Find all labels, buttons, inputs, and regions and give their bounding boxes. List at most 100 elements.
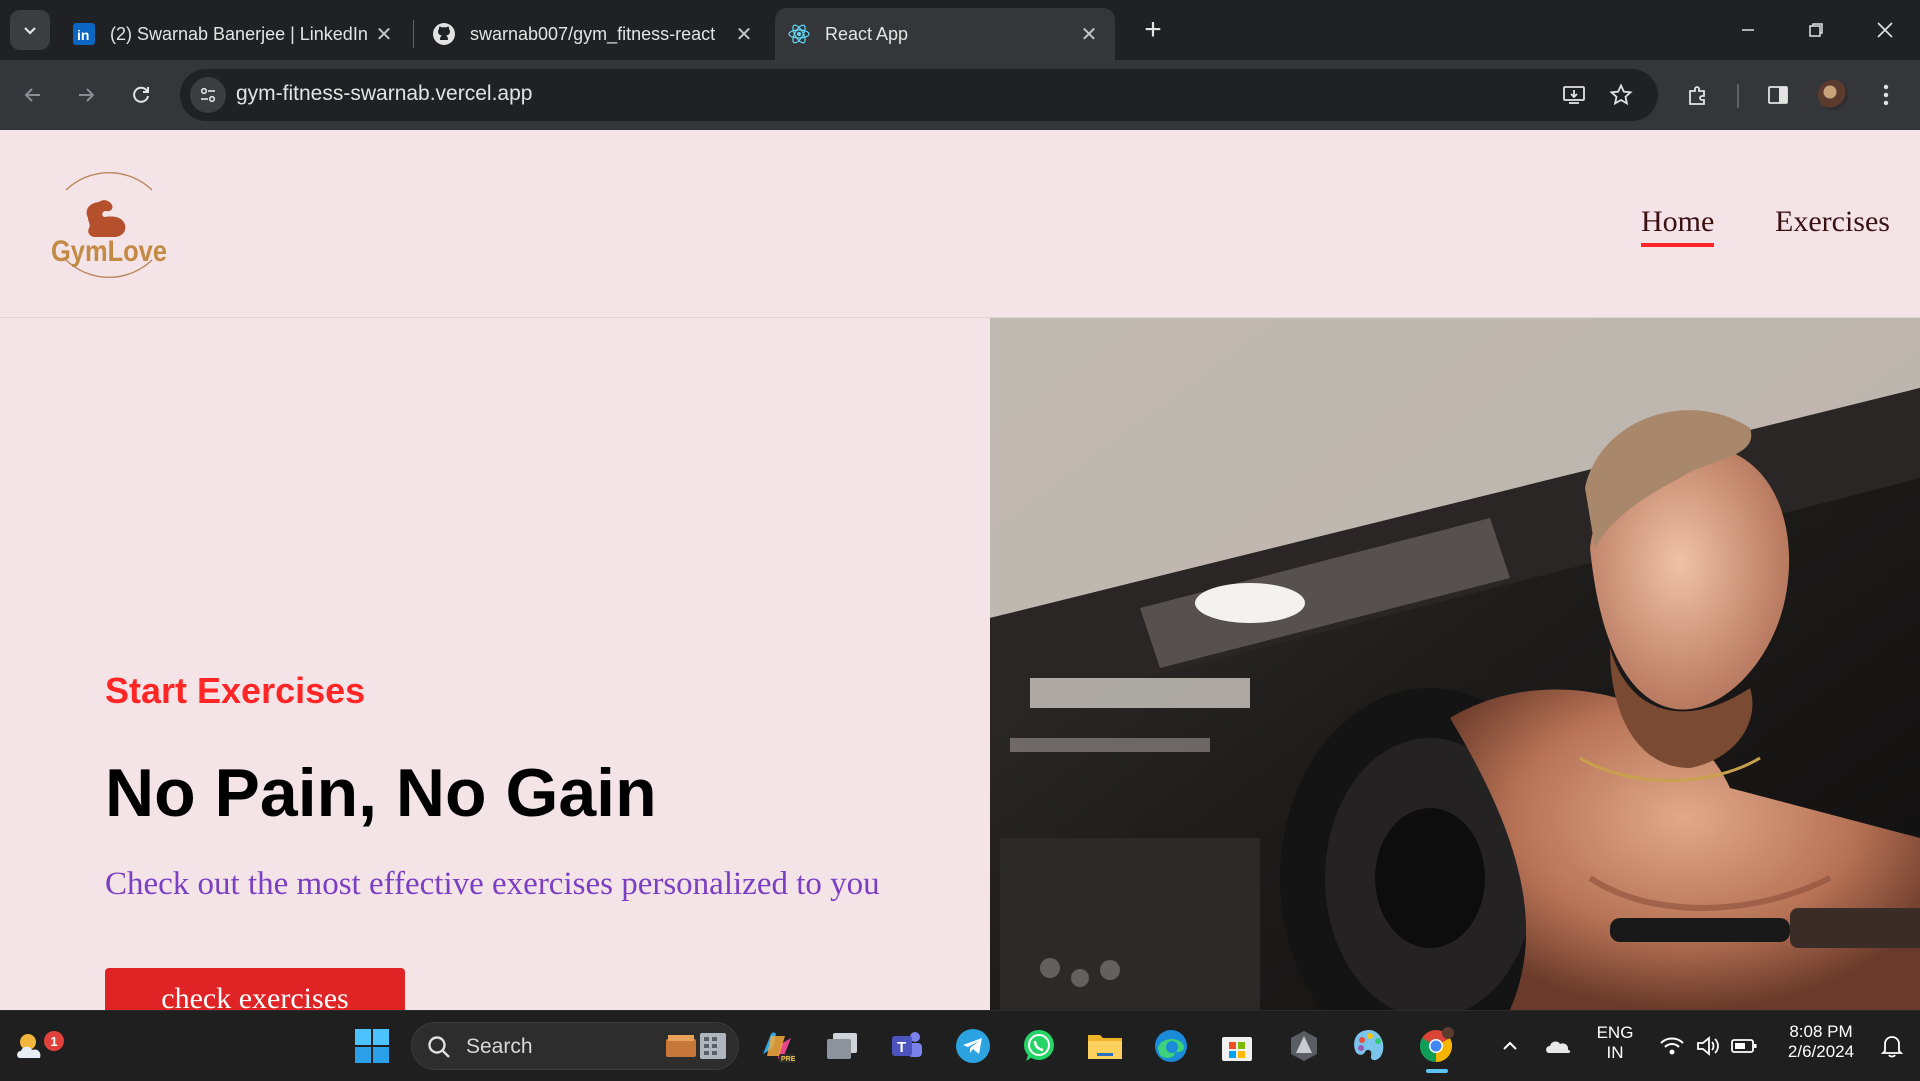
restore-button[interactable] <box>1786 8 1846 52</box>
restore-icon <box>1809 23 1823 37</box>
bookmark-button[interactable] <box>1605 79 1637 111</box>
battery-icon <box>1731 1039 1757 1053</box>
nav-link-exercises[interactable]: Exercises <box>1775 205 1890 239</box>
new-tab-button[interactable]: + <box>1135 12 1171 48</box>
tab-react-app[interactable]: React App ✕ <box>775 8 1115 60</box>
extensions-button[interactable] <box>1680 77 1716 113</box>
taskbar-app-chrome[interactable] <box>1414 1024 1458 1068</box>
minimize-button[interactable] <box>1718 8 1778 52</box>
hero-title: No Pain, No Gain <box>105 755 657 831</box>
task-view-icon <box>827 1033 857 1059</box>
store-icon <box>1222 1037 1252 1061</box>
close-icon[interactable]: ✕ <box>1077 22 1101 46</box>
site-info-button[interactable] <box>190 77 226 113</box>
weather-widget[interactable]: 1 <box>10 1024 64 1068</box>
flexed-arm-icon <box>86 200 126 237</box>
forward-button[interactable] <box>68 77 104 113</box>
taskbar-app-file-explorer[interactable] <box>1083 1024 1127 1068</box>
close-icon[interactable]: ✕ <box>732 22 756 46</box>
active-app-indicator <box>1426 1069 1448 1073</box>
svg-text:T: T <box>897 1039 906 1056</box>
star-icon <box>1609 83 1633 106</box>
url-text[interactable]: gym-fitness-swarnab.vercel.app <box>236 82 532 106</box>
start-button[interactable] <box>350 1024 394 1068</box>
more-vert-icon <box>1883 84 1889 106</box>
taskbar-app-edge[interactable] <box>1149 1024 1193 1068</box>
taskbar-app-paint[interactable] <box>1347 1024 1391 1068</box>
edge-icon <box>1155 1030 1187 1062</box>
folder-icon <box>1088 1035 1122 1059</box>
taskbar-app-task-view[interactable] <box>820 1024 864 1068</box>
minimize-icon <box>1742 29 1754 31</box>
search-highlight-icon <box>666 1033 726 1059</box>
telegram-icon <box>956 1029 990 1063</box>
browser-toolbar: gym-fitness-swarnab.vercel.app <box>0 60 1920 130</box>
web-page: GymLove Home Exercises Start Exercises N… <box>0 130 1920 1010</box>
wifi-icon <box>1660 1037 1684 1055</box>
chevron-up-icon <box>1503 1041 1517 1050</box>
arrow-left-icon <box>24 88 40 102</box>
tab-separator <box>413 20 414 48</box>
tab-title: React App <box>825 23 909 44</box>
side-panel-button[interactable] <box>1760 77 1796 113</box>
back-button[interactable] <box>15 77 51 113</box>
tab-title: swarnab007/gym_fitness-react: <box>470 23 715 44</box>
language-indicator[interactable]: ENG IN <box>1590 1023 1640 1063</box>
reload-icon <box>133 86 149 103</box>
taskbar-app-whatsapp[interactable] <box>1017 1024 1061 1068</box>
hexagon-app-icon <box>1291 1031 1317 1061</box>
teams-icon: T <box>892 1032 922 1057</box>
chevron-down-icon <box>24 27 36 35</box>
language-code: ENG <box>1596 1023 1634 1042</box>
windows-icon <box>355 1029 389 1063</box>
avatar[interactable] <box>1818 80 1848 110</box>
tune-icon <box>200 87 216 103</box>
check-exercises-button[interactable]: check exercises <box>105 968 405 1010</box>
show-hidden-icons-button[interactable] <box>1488 1024 1532 1068</box>
tab-title: (2) Swarnab Banerjee | LinkedIn <box>110 23 368 44</box>
whatsapp-icon <box>1024 1030 1054 1061</box>
battery-status[interactable] <box>1722 1024 1766 1068</box>
logo[interactable]: GymLove <box>44 160 174 290</box>
nav-link-home[interactable]: Home <box>1641 205 1715 247</box>
onedrive-tray[interactable] <box>1536 1024 1580 1068</box>
tab-linkedin[interactable]: in (2) Swarnab Banerjee | LinkedIn ✕ <box>60 8 410 60</box>
chrome-icon <box>1419 1027 1454 1063</box>
tab-search-button[interactable] <box>10 10 50 50</box>
toolbar-divider <box>1737 84 1739 108</box>
taskbar-app-unknown[interactable] <box>1282 1024 1326 1068</box>
logo-text: GymLove <box>51 235 167 268</box>
react-icon <box>787 22 811 46</box>
svg-text:in: in <box>77 27 89 43</box>
github-icon <box>432 22 456 46</box>
speaker-icon <box>1697 1036 1719 1056</box>
browser-tab-strip: in (2) Swarnab Banerjee | LinkedIn ✕ swa… <box>0 0 1920 60</box>
region-code: IN <box>1606 1043 1624 1062</box>
install-app-button[interactable] <box>1558 79 1590 111</box>
taskbar-search[interactable]: Search <box>411 1022 739 1070</box>
tab-github[interactable]: swarnab007/gym_fitness-react: ✕ <box>420 8 770 60</box>
close-icon[interactable]: ✕ <box>372 22 396 46</box>
hero-banner-image <box>990 318 1920 1010</box>
puzzle-icon <box>1689 86 1705 105</box>
reload-button[interactable] <box>123 77 159 113</box>
taskbar-app-teams[interactable]: T <box>884 1024 928 1068</box>
svg-text:PRE: PRE <box>781 1056 796 1063</box>
windows-taskbar: 1 Search PRE T ENG IN 8:08 PM 2/6/2024 <box>0 1010 1920 1081</box>
clock[interactable]: 8:08 PM 2/6/2024 <box>1770 1022 1872 1062</box>
bell-icon <box>1880 1036 1904 1058</box>
arrow-right-icon <box>79 88 95 102</box>
address-bar[interactable]: gym-fitness-swarnab.vercel.app <box>180 69 1658 121</box>
linkedin-icon: in <box>72 22 96 46</box>
clock-time: 8:08 PM <box>1789 1022 1853 1041</box>
search-placeholder: Search <box>466 1035 533 1058</box>
notifications-button[interactable] <box>1870 1024 1914 1068</box>
taskbar-app-copilot[interactable]: PRE <box>755 1024 799 1068</box>
close-window-button[interactable] <box>1855 8 1915 52</box>
side-panel-icon <box>1768 86 1788 104</box>
menu-button[interactable] <box>1868 77 1904 113</box>
taskbar-app-telegram[interactable] <box>951 1024 995 1068</box>
hero-subtitle: Check out the most effective exercises p… <box>105 866 880 902</box>
install-icon <box>1563 86 1585 104</box>
taskbar-app-store[interactable] <box>1215 1024 1259 1068</box>
